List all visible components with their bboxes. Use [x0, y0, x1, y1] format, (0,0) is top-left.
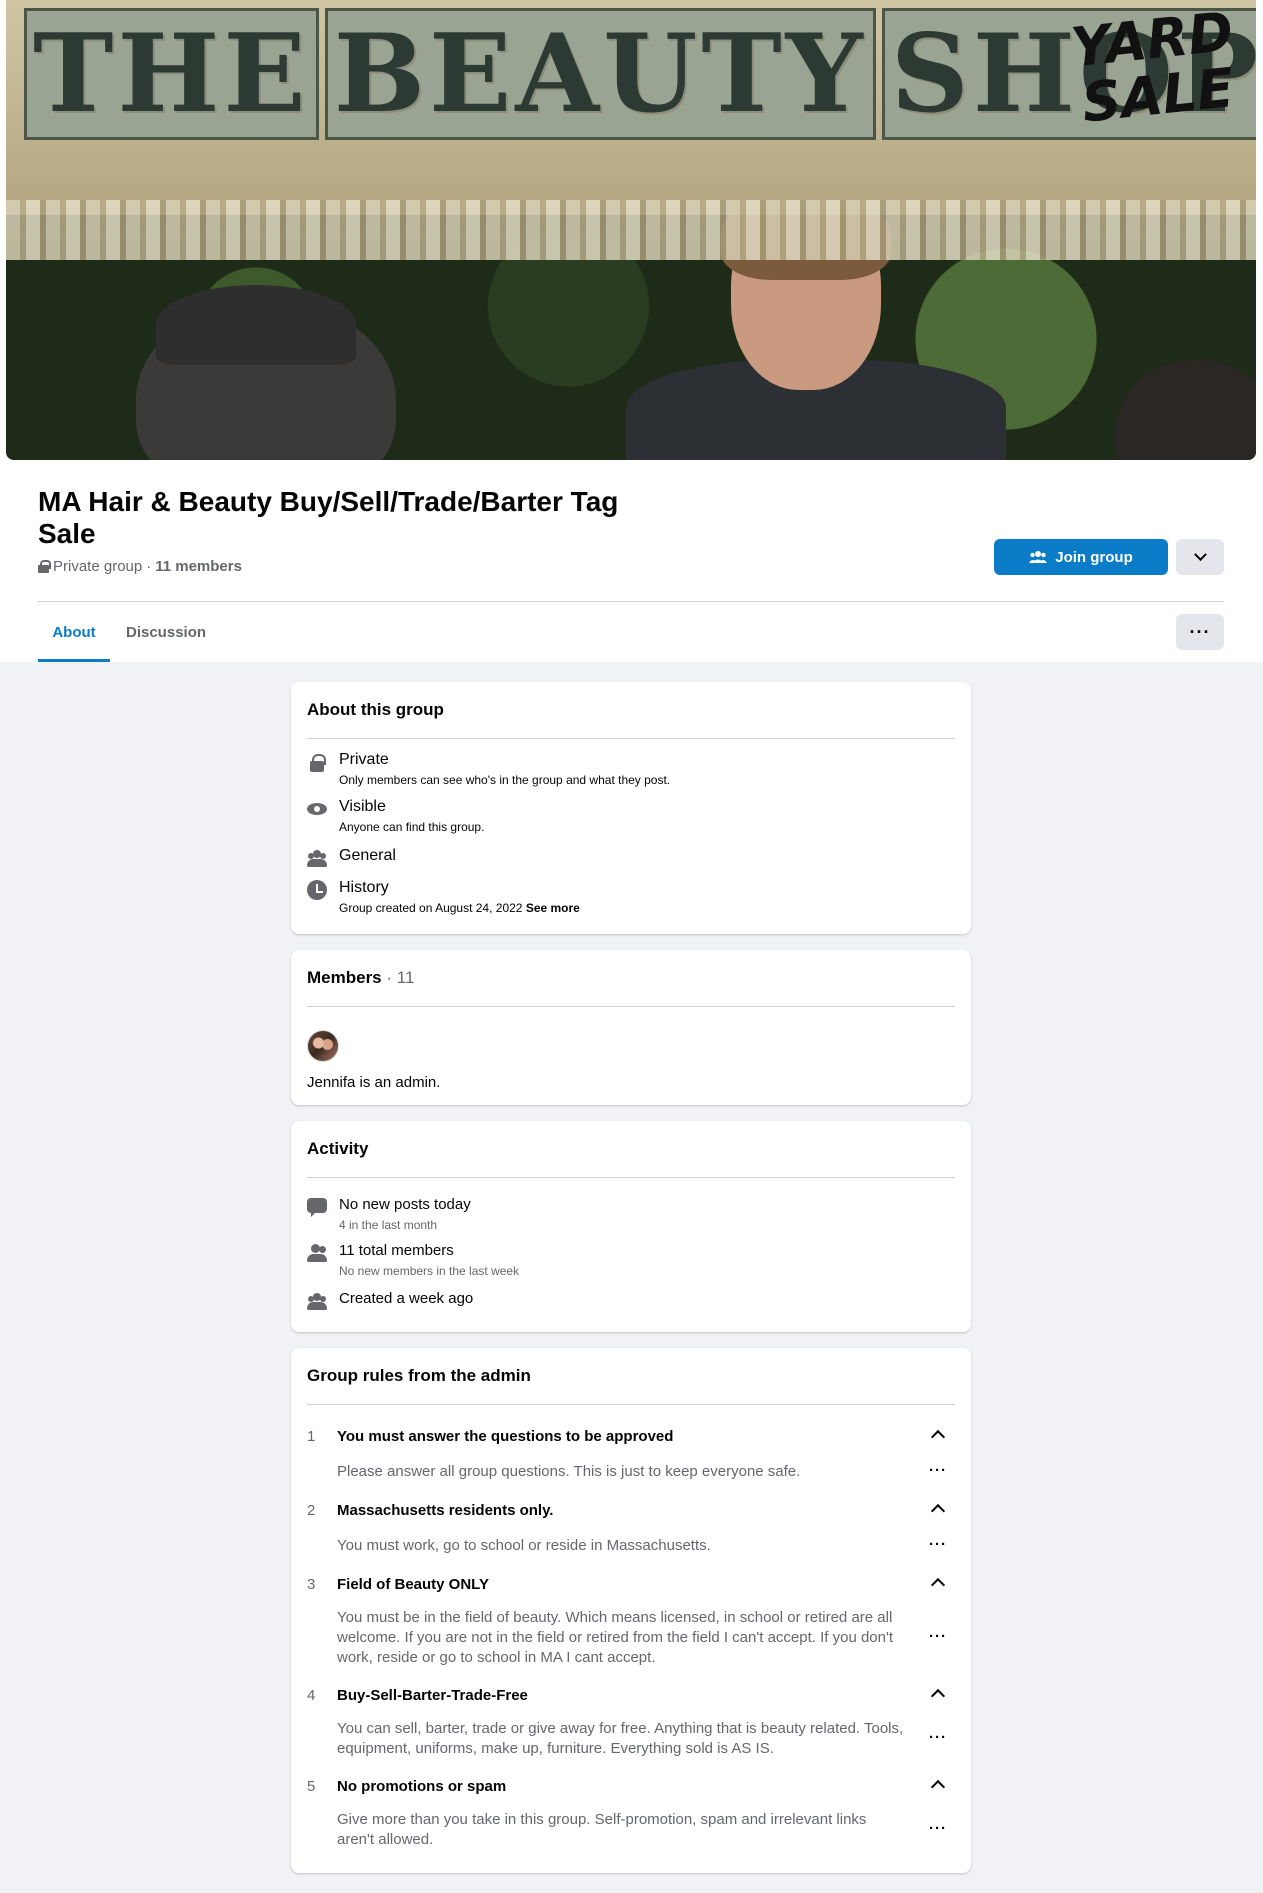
rule-title: You must answer the questions to be appr… — [337, 1428, 674, 1445]
cover-word: THE — [24, 8, 319, 140]
rule-title: No promotions or spam — [337, 1778, 507, 1795]
about-sub: Only members can see who's in the group … — [339, 773, 671, 787]
rule-number: 2 — [307, 1502, 316, 1519]
chevron-up-icon[interactable] — [930, 1503, 946, 1519]
card-divider — [307, 1177, 955, 1178]
about-label: General — [339, 847, 396, 864]
group-meta: Private group · 11 members — [38, 558, 242, 575]
members-card: Members · 11 Jennifa is an admin. — [291, 950, 971, 1105]
members-title-text: Members — [307, 968, 382, 987]
clock-icon — [307, 880, 327, 900]
about-sub: Anyone can find this group. — [339, 820, 485, 834]
card-divider — [307, 1006, 955, 1007]
people-icon — [307, 848, 327, 868]
activity-label: No new posts today — [339, 1196, 471, 1213]
rules-card: Group rules from the admin 1 You must an… — [291, 1348, 971, 1873]
join-group-button[interactable]: Join group — [994, 539, 1168, 575]
history-date: Group created on August 24, 2022 — [339, 901, 523, 915]
rule-more-icon[interactable]: ··· — [929, 1462, 947, 1479]
rule-more-icon[interactable]: ··· — [929, 1628, 947, 1645]
rule-number: 4 — [307, 1687, 316, 1704]
rule-title: Field of Beauty ONLY — [337, 1576, 489, 1593]
meta-separator: · — [146, 558, 152, 575]
activity-sub: 4 in the last month — [339, 1218, 438, 1232]
cover-scrawl: YARD SALE — [1068, 0, 1241, 135]
about-label: Private — [339, 751, 389, 768]
rule-number: 3 — [307, 1576, 316, 1593]
join-group-label: Join group — [1055, 548, 1133, 566]
card-divider — [307, 1404, 955, 1405]
rule-title: Buy-Sell-Barter-Trade-Free — [337, 1687, 528, 1704]
rule-more-icon[interactable]: ··· — [929, 1729, 947, 1746]
about-title: About this group — [307, 700, 444, 719]
cover-word: BEAUTY — [324, 8, 876, 140]
chevron-up-icon[interactable] — [930, 1688, 946, 1704]
rule-number: 1 — [307, 1428, 316, 1445]
about-row-private: Private Only members can see who's in th… — [307, 750, 670, 788]
rule-body: Please answer all group questions. This … — [337, 1463, 801, 1480]
group-header-area: THE BEAUTY SHOP YARD SALE MA Hair & Beauty… — [0, 0, 1263, 662]
chevron-up-icon[interactable] — [930, 1429, 946, 1445]
rule-more-icon[interactable]: ··· — [929, 1536, 947, 1553]
cover-banner-torn-edge — [6, 200, 1256, 260]
rule-title: Massachusetts residents only. — [337, 1502, 554, 1519]
about-row-history: History Group created on August 24, 2022… — [307, 878, 580, 916]
tab-discussion[interactable]: Discussion — [126, 614, 206, 662]
chevron-up-icon[interactable] — [930, 1779, 946, 1795]
activity-card: Activity No new posts today 4 in the las… — [291, 1121, 971, 1332]
eye-icon — [307, 799, 327, 819]
activity-label: Created a week ago — [339, 1290, 474, 1307]
tab-about[interactable]: About — [38, 614, 110, 662]
group-privacy: Private group — [53, 558, 143, 575]
about-label: History — [339, 879, 389, 896]
cover-person-cap — [156, 285, 356, 365]
about-sub: Group created on August 24, 2022 See mor… — [339, 900, 580, 916]
header-divider — [38, 601, 1224, 602]
members-title: Members · 11 — [307, 968, 414, 988]
chevron-down-icon — [1193, 547, 1207, 561]
members-count: · 11 — [386, 968, 415, 987]
rule-body: You must work, go to school or reside in… — [337, 1537, 711, 1554]
join-people-icon — [1029, 551, 1048, 563]
admin-note: Jennifa is an admin. — [307, 1074, 441, 1091]
card-divider — [307, 738, 955, 739]
lock-icon — [38, 560, 51, 573]
activity-label: 11 total members — [339, 1242, 454, 1259]
about-card: About this group Private Only members ca… — [291, 682, 971, 934]
chat-icon — [307, 1197, 327, 1217]
rule-number: 5 — [307, 1778, 316, 1795]
people-icon — [307, 1243, 327, 1263]
tab-more-button[interactable]: ··· — [1176, 614, 1224, 650]
rule-body: Give more than you take in this group. S… — [337, 1811, 867, 1848]
activity-sub: No new members in the last week — [339, 1264, 520, 1278]
rules-title: Group rules from the admin — [307, 1366, 531, 1385]
more-options-dropdown-button[interactable] — [1176, 539, 1224, 575]
activity-row-posts: No new posts today 4 in the last month — [307, 1195, 471, 1233]
cover-photo: THE BEAUTY SHOP YARD SALE — [6, 0, 1256, 460]
group-members-link[interactable]: 11 members — [155, 558, 242, 575]
about-row-visible: Visible Anyone can find this group. — [307, 797, 484, 835]
see-more-link[interactable]: See more — [526, 901, 580, 915]
group-title: MA Hair & Beauty Buy/Sell/Trade/Barter T… — [38, 486, 619, 549]
activity-row-members: 11 total members No new members in the l… — [307, 1241, 519, 1279]
rule-body: You must be in the field of beauty. Whic… — [337, 1609, 894, 1666]
lock-icon — [307, 752, 327, 772]
about-label: Visible — [339, 798, 386, 815]
about-row-general: General — [307, 846, 396, 868]
avatar[interactable] — [307, 1030, 339, 1062]
rule-more-icon[interactable]: ··· — [929, 1820, 947, 1837]
chevron-up-icon[interactable] — [930, 1577, 946, 1593]
rule-body: You can sell, barter, trade or give away… — [337, 1720, 904, 1757]
activity-row-created: Created a week ago — [307, 1289, 473, 1311]
people-icon — [307, 1291, 327, 1311]
activity-title: Activity — [307, 1139, 369, 1158]
